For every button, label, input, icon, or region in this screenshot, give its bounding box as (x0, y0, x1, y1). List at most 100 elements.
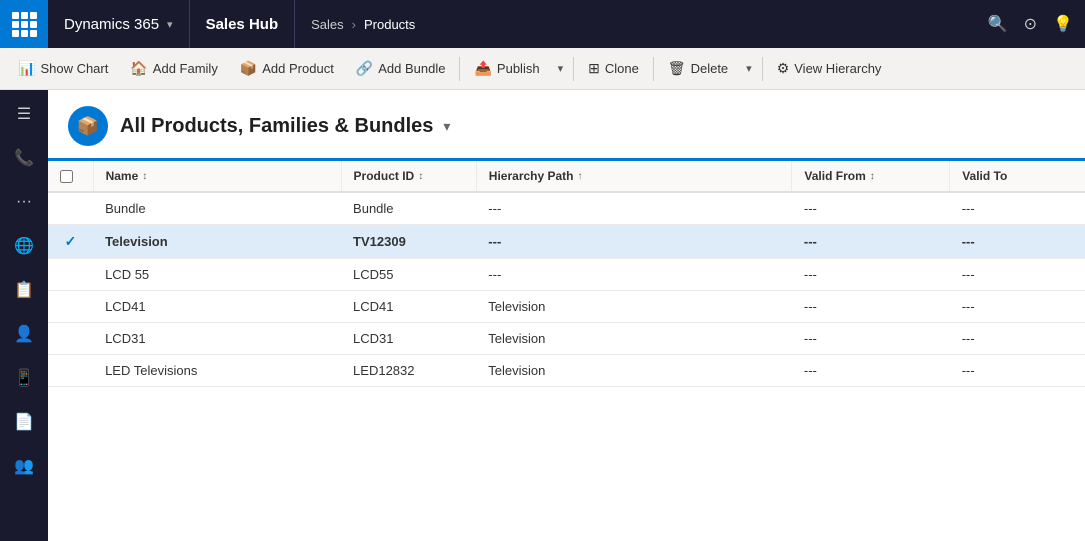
row-checkmark-icon: ✓ (65, 233, 77, 249)
row-product-id-cell: Bundle (341, 192, 476, 225)
table-row: LCD41LCD41Television------ (48, 291, 1085, 323)
add-family-label: Add Family (153, 61, 218, 76)
show-chart-button[interactable]: 📊 Show Chart (8, 52, 118, 86)
app-name: Sales Hub (190, 0, 296, 48)
main-content: 📦 All Products, Families & Bundles ▾ (48, 90, 1085, 541)
settings-icon[interactable]: ⊙ (1024, 14, 1037, 34)
sidebar-item-users[interactable]: 👥 (4, 446, 44, 486)
delete-dropdown-button[interactable]: ▾ (740, 52, 758, 86)
row-check-cell (48, 192, 93, 225)
col-header-valid-from[interactable]: Valid From ↕ (792, 161, 950, 192)
add-product-button[interactable]: 📦 Add Product (230, 52, 344, 86)
row-valid-to-cell: --- (950, 192, 1085, 225)
delete-button[interactable]: 🗑 Delete (658, 52, 738, 86)
col-hierarchy-label: Hierarchy Path (489, 169, 574, 183)
sidebar-item-phone[interactable]: 📞 (4, 138, 44, 178)
row-name-cell[interactable]: LED Televisions (93, 355, 341, 387)
sidebar-item-more[interactable]: ··· (4, 182, 44, 222)
publish-button[interactable]: 📤 Publish (464, 52, 549, 86)
row-valid-from-cell: --- (792, 259, 950, 291)
col-header-name[interactable]: Name ↕ (93, 161, 341, 192)
col-header-hierarchy[interactable]: Hierarchy Path ↑ (476, 161, 792, 192)
sidebar-item-menu[interactable]: ☰ (4, 94, 44, 134)
view-hierarchy-label: View Hierarchy (794, 61, 881, 76)
page-title-dropdown[interactable]: ▾ (443, 118, 450, 135)
brand-name[interactable]: Dynamics 365 ▾ (48, 0, 190, 48)
toolbar-divider-3 (653, 57, 654, 81)
row-valid-from-cell: --- (792, 192, 950, 225)
help-icon[interactable]: 💡 (1053, 14, 1073, 34)
row-product-id-cell[interactable]: LCD41 (341, 291, 476, 323)
publish-dropdown-button[interactable]: ▾ (552, 52, 570, 86)
publish-icon: 📤 (474, 60, 491, 77)
row-valid-from-cell: --- (792, 355, 950, 387)
view-hierarchy-icon: ⚙ (777, 60, 790, 77)
grid-container: Name ↕ Product ID ↕ Hier (48, 161, 1085, 541)
row-valid-to-cell: --- (950, 291, 1085, 323)
grid-header-row: Name ↕ Product ID ↕ Hier (48, 161, 1085, 192)
add-product-icon: 📦 (240, 60, 257, 77)
col-header-check[interactable] (48, 161, 93, 192)
clone-label: Clone (605, 61, 639, 76)
table-row: LCD 55LCD55--------- (48, 259, 1085, 291)
clone-button[interactable]: ⊞ Clone (578, 52, 649, 86)
table-row: LCD31LCD31Television------ (48, 323, 1085, 355)
row-product-id-cell[interactable]: LCD55 (341, 259, 476, 291)
add-family-button[interactable]: 🏠 Add Family (120, 52, 227, 86)
col-valid-from-sort-icon: ↕ (870, 171, 875, 182)
add-bundle-button[interactable]: 🔗 Add Bundle (346, 52, 456, 86)
breadcrumb-parent[interactable]: Sales (311, 17, 344, 32)
page-title: All Products, Families & Bundles (120, 115, 433, 138)
table-row: LED TelevisionsLED12832Television------ (48, 355, 1085, 387)
waffle-button[interactable] (0, 0, 48, 48)
row-product-id-cell[interactable]: LED12832 (341, 355, 476, 387)
sidebar-item-person[interactable]: 👤 (4, 314, 44, 354)
row-name-cell[interactable]: LCD31 (93, 323, 341, 355)
row-valid-from-cell: --- (792, 225, 950, 259)
row-valid-to-cell: --- (950, 259, 1085, 291)
row-name-cell: Television (93, 225, 341, 259)
col-product-id-label: Product ID (354, 169, 415, 183)
row-hierarchy-cell: Television (476, 323, 792, 355)
view-hierarchy-button[interactable]: ⚙ View Hierarchy (767, 52, 892, 86)
row-hierarchy-cell: --- (476, 225, 792, 259)
select-all-checkbox[interactable] (60, 170, 73, 183)
sidebar-item-file[interactable]: 📄 (4, 402, 44, 442)
page-header: 📦 All Products, Families & Bundles ▾ (48, 90, 1085, 161)
nav-icons: 🔍 ⊙ 💡 (976, 14, 1085, 34)
toolbar: 📊 Show Chart 🏠 Add Family 📦 Add Product … (0, 48, 1085, 90)
add-family-icon: 🏠 (130, 60, 147, 77)
col-valid-to-label: Valid To (962, 169, 1007, 183)
sidebar-item-clipboard[interactable]: 📋 (4, 270, 44, 310)
top-navigation: Dynamics 365 ▾ Sales Hub Sales › Product… (0, 0, 1085, 48)
table-row: ✓TelevisionTV12309--------- (48, 225, 1085, 259)
add-bundle-icon: 🔗 (356, 60, 373, 77)
col-hierarchy-sort-icon: ↑ (578, 171, 583, 182)
col-header-product-id[interactable]: Product ID ↕ (341, 161, 476, 192)
row-hierarchy-cell: --- (476, 192, 792, 225)
sidebar-item-globe[interactable]: 🌐 (4, 226, 44, 266)
row-check-cell (48, 291, 93, 323)
row-valid-from-cell: --- (792, 323, 950, 355)
col-name-label: Name (106, 169, 139, 183)
sidebar-item-phone2[interactable]: 📱 (4, 358, 44, 398)
brand-chevron-icon: ▾ (167, 18, 173, 31)
row-check-cell: ✓ (48, 225, 93, 259)
row-hierarchy-cell: Television (476, 291, 792, 323)
row-product-id-cell[interactable]: TV12309 (341, 225, 476, 259)
row-product-id-cell[interactable]: LCD31 (341, 323, 476, 355)
row-name-cell[interactable]: LCD 55 (93, 259, 341, 291)
col-header-valid-to[interactable]: Valid To (950, 161, 1085, 192)
toolbar-divider-4 (762, 57, 763, 81)
row-check-cell (48, 323, 93, 355)
table-row: BundleBundle--------- (48, 192, 1085, 225)
row-check-cell (48, 355, 93, 387)
row-valid-to-cell: --- (950, 355, 1085, 387)
row-name-cell: Bundle (93, 192, 341, 225)
row-name-cell[interactable]: LCD41 (93, 291, 341, 323)
add-product-label: Add Product (262, 61, 334, 76)
row-valid-to-cell: --- (950, 225, 1085, 259)
breadcrumb-separator: › (352, 17, 356, 32)
search-icon[interactable]: 🔍 (988, 14, 1008, 34)
brand-label: Dynamics 365 (64, 16, 159, 33)
